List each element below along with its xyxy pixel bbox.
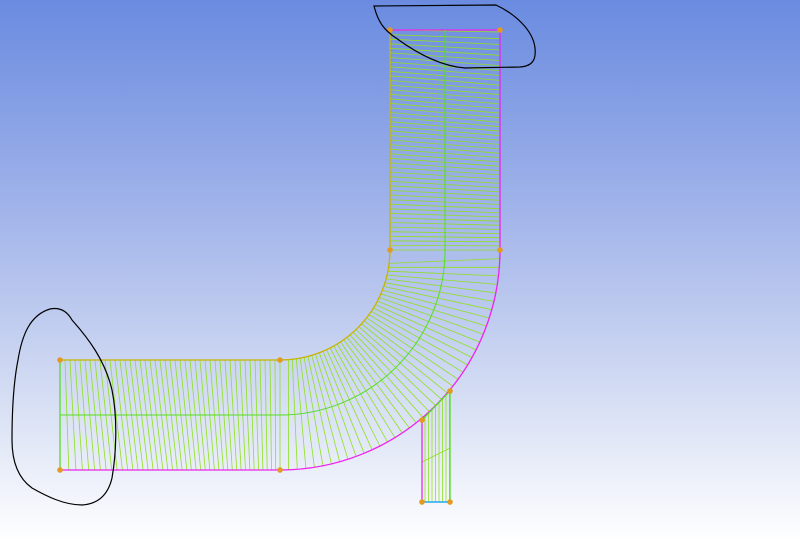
vertex-point[interactable] — [497, 27, 503, 33]
mesh-canvas[interactable] — [0, 0, 800, 543]
vertex-point[interactable] — [57, 467, 63, 473]
vertex-point[interactable] — [277, 357, 283, 363]
vertex-point[interactable] — [497, 247, 503, 253]
vertex-point[interactable] — [277, 467, 283, 473]
split-centerline-edge[interactable] — [60, 30, 446, 416]
inner-wall-edge[interactable] — [60, 30, 391, 361]
freehand-annotations — [11, 4, 536, 506]
graphics-viewport[interactable] — [0, 0, 800, 543]
vertex-point[interactable] — [447, 499, 453, 505]
vertex-point[interactable] — [57, 357, 63, 363]
vertex-point[interactable] — [419, 417, 425, 423]
vertex-point[interactable] — [419, 499, 425, 505]
vertex-point[interactable] — [387, 247, 393, 253]
mesh-element-lines — [59, 29, 501, 502]
top-sketch-loop — [373, 4, 536, 69]
vertex-point[interactable] — [447, 388, 453, 394]
left-sketch-loop — [11, 307, 117, 506]
